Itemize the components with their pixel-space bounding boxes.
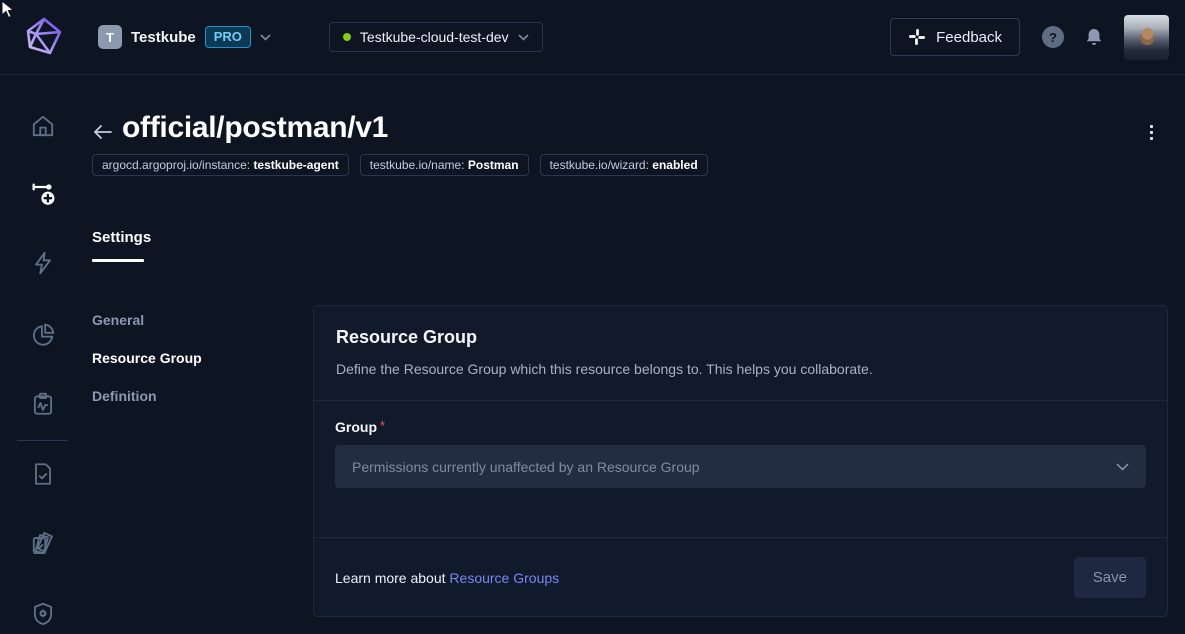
pro-badge: PRO xyxy=(205,26,251,48)
sidebar-item-test-definitions[interactable] xyxy=(0,452,85,496)
sidebar-item-insights[interactable] xyxy=(0,313,85,357)
group-select[interactable]: Permissions currently unaffected by an R… xyxy=(335,445,1146,488)
subnav-item-general[interactable]: General xyxy=(92,301,202,339)
label-value: testkube-agent xyxy=(253,158,338,172)
settings-subnav: General Resource Group Definition xyxy=(92,301,202,415)
help-icon[interactable]: ? xyxy=(1042,26,1064,48)
tab-active-underline xyxy=(92,259,144,262)
chevron-down-icon xyxy=(260,34,271,41)
group-field-label: Group xyxy=(335,419,377,435)
sidebar-item-home[interactable] xyxy=(0,104,85,148)
label-key: argocd.argoproj.io/instance: xyxy=(102,158,250,172)
more-actions-button[interactable] xyxy=(1141,119,1161,145)
label-key: testkube.io/wizard: xyxy=(550,158,649,172)
card-footer: Learn more about Resource Groups Save xyxy=(314,538,1167,617)
document-check-icon xyxy=(30,461,56,487)
sidebar-item-security[interactable] xyxy=(0,592,85,634)
feedback-label: Feedback xyxy=(936,29,1002,46)
page-title: official/postman/v1 xyxy=(122,111,388,145)
chevron-down-icon xyxy=(1116,463,1129,471)
sidebar-item-tests[interactable] xyxy=(0,172,85,216)
feedback-button[interactable]: Feedback xyxy=(890,18,1020,56)
sidebar-item-test-suites[interactable] xyxy=(0,523,85,567)
lightning-icon xyxy=(30,250,56,276)
chevron-down-icon xyxy=(518,34,529,41)
documents-stack-icon xyxy=(28,530,58,560)
subnav-item-resource-group[interactable]: Resource Group xyxy=(92,339,202,377)
footer-learn-more-text: Learn more about xyxy=(335,570,446,586)
resource-group-card: Resource Group Define the Resource Group… xyxy=(313,305,1168,617)
main-content: official/postman/v1 argocd.argoproj.io/i… xyxy=(85,75,1185,634)
card-body: Group * Permissions currently unaffected… xyxy=(314,401,1167,538)
environment-name: Testkube-cloud-test-dev xyxy=(360,29,509,45)
pie-chart-icon xyxy=(30,322,56,348)
environment-selector[interactable]: Testkube-cloud-test-dev xyxy=(329,22,543,52)
card-header: Resource Group Define the Resource Group… xyxy=(314,306,1167,401)
back-button[interactable] xyxy=(90,119,116,145)
save-button[interactable]: Save xyxy=(1074,557,1146,598)
required-asterisk: * xyxy=(380,419,385,432)
sidebar-item-triggers[interactable] xyxy=(0,241,85,285)
environment-status-dot xyxy=(343,33,351,41)
group-select-placeholder: Permissions currently unaffected by an R… xyxy=(352,459,1116,475)
label-badge: testkube.io/name: Postman xyxy=(360,154,529,176)
subnav-item-definition[interactable]: Definition xyxy=(92,377,202,415)
tab-settings[interactable]: Settings xyxy=(92,229,151,262)
label-badge: testkube.io/wizard: enabled xyxy=(540,154,708,176)
org-avatar: T xyxy=(98,25,122,49)
sidebar-nav xyxy=(0,75,85,634)
shield-gear-icon xyxy=(30,601,56,627)
clipboard-pulse-icon xyxy=(30,391,56,417)
org-name: Testkube xyxy=(131,29,196,46)
test-create-icon xyxy=(29,180,57,208)
label-value: Postman xyxy=(468,158,519,172)
top-bar: T Testkube PRO Testkube-cloud-test-dev F… xyxy=(0,0,1185,75)
home-icon xyxy=(30,113,56,139)
resource-labels: argocd.argoproj.io/instance: testkube-ag… xyxy=(92,154,708,176)
notifications-bell-icon[interactable] xyxy=(1086,28,1102,46)
slack-icon xyxy=(908,28,926,46)
mouse-cursor xyxy=(0,0,16,20)
testkube-logo[interactable] xyxy=(20,13,68,61)
tab-settings-label: Settings xyxy=(92,229,151,246)
arrow-left-icon xyxy=(93,124,113,140)
top-bar-actions: Feedback ? xyxy=(890,15,1169,60)
label-value: enabled xyxy=(652,158,697,172)
card-description: Define the Resource Group which this res… xyxy=(336,361,1145,377)
group-field-label-row: Group * xyxy=(335,419,1146,435)
resource-groups-link[interactable]: Resource Groups xyxy=(449,570,559,586)
sidebar-divider xyxy=(17,440,68,441)
footer-learn-more: Learn more about Resource Groups xyxy=(335,570,559,586)
user-avatar[interactable] xyxy=(1124,15,1169,60)
sidebar-item-executions[interactable] xyxy=(0,382,85,426)
testkube-cube-icon xyxy=(22,15,66,59)
org-switcher[interactable]: T Testkube PRO xyxy=(98,25,271,49)
label-badge: argocd.argoproj.io/instance: testkube-ag… xyxy=(92,154,349,176)
label-key: testkube.io/name: xyxy=(370,158,465,172)
card-title: Resource Group xyxy=(336,327,1145,348)
